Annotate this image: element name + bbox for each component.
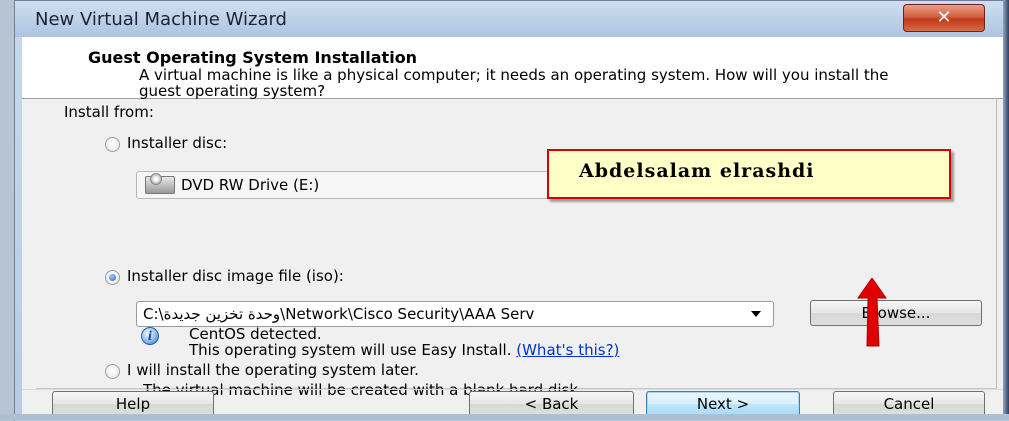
install-later-label[interactable]: I will install the operating system late… [127, 361, 419, 379]
easy-install-text: This operating system will use Easy Inst… [189, 341, 512, 359]
install-from-label: Install from: [64, 103, 154, 121]
disc-drive-value: DVD RW Drive (E:) [181, 176, 320, 194]
window-bottom-edge [0, 414, 1009, 420]
page-description: A virtual machine is like a physical com… [139, 66, 889, 100]
annotation-arrow-icon [857, 278, 887, 347]
browse-button[interactable]: Browse... [810, 300, 982, 326]
window-edge [1003, 0, 1009, 420]
close-icon: ✕ [936, 7, 952, 28]
author-annotation: Abdelsalam elrashdi [547, 149, 951, 199]
title-bar: New Virtual Machine Wizard ✕ [15, 1, 1009, 37]
dvd-drive-icon [145, 173, 175, 194]
iso-path-combobox[interactable]: C:\وحدة تخزين جديدة\Network\Cisco Securi… [136, 301, 774, 327]
close-button[interactable]: ✕ [903, 4, 985, 32]
footer-divider [22, 389, 1009, 390]
iso-radio[interactable] [105, 270, 120, 285]
whats-this-link[interactable]: (What's this?) [516, 341, 619, 359]
info-icon: i [141, 327, 159, 345]
easy-install-line: This operating system will use Easy Inst… [189, 341, 619, 359]
wizard-window: New Virtual Machine Wizard ✕ Guest Opera… [14, 0, 1009, 421]
installer-disc-radio[interactable] [105, 137, 120, 152]
wizard-header: Guest Operating System Installation A vi… [22, 37, 1009, 99]
install-later-radio[interactable] [105, 364, 120, 379]
wizard-panel: Guest Operating System Installation A vi… [22, 37, 1009, 417]
page-title: Guest Operating System Installation [88, 48, 418, 67]
chevron-down-icon [751, 311, 761, 317]
iso-path-value: C:\وحدة تخزين جديدة\Network\Cisco Securi… [143, 305, 535, 323]
iso-label[interactable]: Installer disc image file (iso): [127, 267, 344, 285]
installer-disc-label[interactable]: Installer disc: [127, 134, 227, 152]
author-annotation-text: Abdelsalam elrashdi [579, 160, 815, 182]
window-title: New Virtual Machine Wizard [35, 9, 287, 30]
